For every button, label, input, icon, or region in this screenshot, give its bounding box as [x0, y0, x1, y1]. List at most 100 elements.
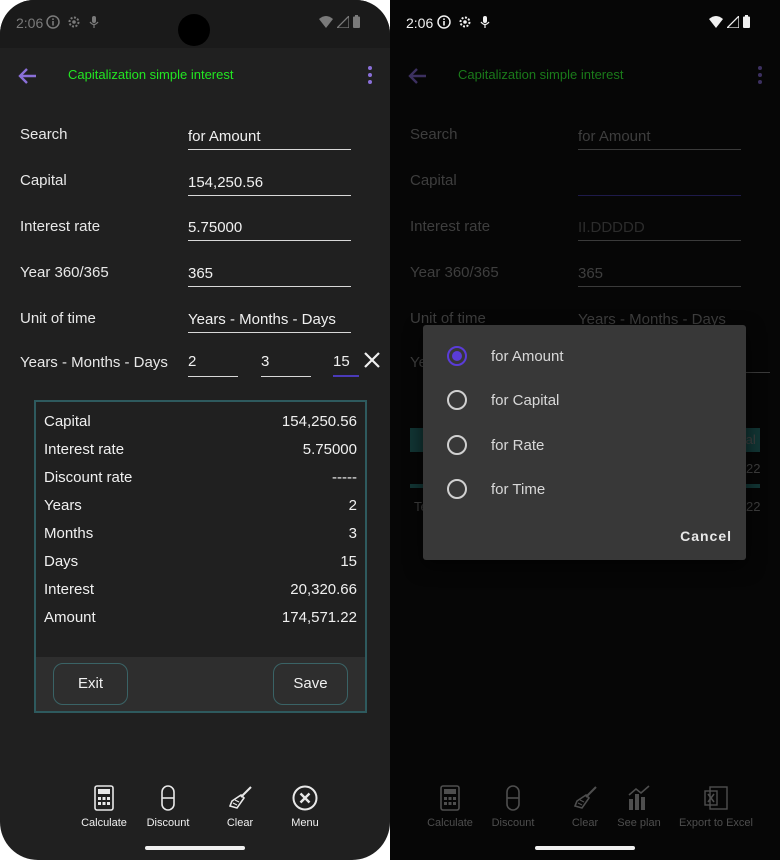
- result-value: 20,320.66: [290, 581, 357, 598]
- result-row: Years 2: [44, 497, 357, 517]
- mic-icon: [480, 16, 490, 28]
- nav-discount[interactable]: Discount: [488, 785, 538, 829]
- cancel-button[interactable]: Cancel: [680, 528, 732, 544]
- option-for-rate[interactable]: for Rate: [447, 433, 544, 457]
- nav-label: Discount: [146, 817, 190, 829]
- nav-label: See plan: [617, 817, 661, 829]
- nav-calculate[interactable]: Calculate: [424, 785, 476, 829]
- result-actions: Exit Save: [36, 657, 365, 711]
- overflow-menu-icon[interactable]: [366, 66, 374, 86]
- hidden-text-fragment: 22: [746, 499, 761, 514]
- status-time: 2:06: [406, 15, 434, 31]
- search-mode-dialog: for Amount for Capital for Rate for Time…: [423, 325, 746, 560]
- status-time: 2:06: [16, 15, 44, 31]
- option-for-time[interactable]: for Time: [447, 477, 545, 501]
- nav-discount[interactable]: Discount: [142, 785, 194, 829]
- nav-label: Export to Excel: [679, 817, 753, 829]
- option-label: for Rate: [491, 436, 545, 454]
- wifi-icon: [709, 15, 723, 28]
- year-basis-label: Year 360/365: [410, 264, 499, 281]
- wifi-icon: [319, 15, 333, 28]
- result-value: 174,571.22: [281, 609, 357, 626]
- option-label: for Time: [491, 480, 546, 498]
- unit-of-time-label: Unit of time: [20, 310, 96, 327]
- result-key: Amount: [44, 609, 96, 626]
- mic-icon: [89, 16, 99, 28]
- interest-rate-label: Interest rate: [20, 218, 101, 235]
- search-select[interactable]: for Amount: [188, 128, 351, 150]
- result-row: Interest 20,320.66: [44, 581, 357, 601]
- settings-gear-icon: [459, 16, 471, 28]
- home-indicator[interactable]: [535, 846, 635, 850]
- days-input[interactable]: 15: [333, 353, 359, 377]
- result-row: Days 15: [44, 553, 357, 573]
- option-for-capital[interactable]: for Capital: [447, 388, 559, 412]
- result-value: 2: [348, 497, 357, 514]
- back-arrow-icon[interactable]: [406, 64, 430, 88]
- radio-selected[interactable]: [447, 346, 467, 366]
- status-bar: 2:06: [390, 0, 780, 48]
- capital-label: Capital: [410, 172, 457, 189]
- result-row: Discount rate -----: [44, 469, 357, 489]
- overflow-menu-icon[interactable]: [756, 66, 764, 86]
- option-for-amount[interactable]: for Amount: [447, 344, 564, 368]
- calculator-icon: [94, 785, 114, 811]
- result-key: Interest: [44, 581, 95, 598]
- nav-label: Calculate: [427, 817, 473, 829]
- nav-label: Clear: [226, 817, 254, 829]
- nav-clear[interactable]: Clear: [566, 785, 604, 829]
- result-key: Interest rate: [44, 441, 125, 458]
- right-phone-screen: 2:06 Capitalization simple interest Sear…: [390, 0, 780, 860]
- year-basis-input[interactable]: 365: [188, 265, 351, 287]
- app-bar: Capitalization simple interest: [0, 58, 390, 94]
- home-indicator[interactable]: [145, 846, 245, 850]
- nav-see-plan[interactable]: See plan: [616, 785, 662, 829]
- months-input[interactable]: 3: [261, 353, 311, 377]
- radio-unselected[interactable]: [447, 390, 467, 410]
- years-input[interactable]: 2: [188, 353, 238, 377]
- capital-input[interactable]: [578, 174, 741, 196]
- result-row: Capital 154,250.56: [44, 413, 357, 433]
- close-circle-icon: [292, 785, 318, 811]
- signal-icon: [337, 15, 349, 28]
- interest-rate-label: Interest rate: [410, 218, 491, 235]
- result-value: 5.75000: [302, 441, 357, 458]
- radio-unselected[interactable]: [447, 479, 467, 499]
- interest-rate-input[interactable]: II.DDDDD: [578, 219, 741, 241]
- result-key: Days: [44, 553, 79, 570]
- result-value: -----: [332, 469, 357, 486]
- nav-label: Menu: [291, 817, 319, 829]
- signal-icon: [727, 15, 739, 28]
- discount-icon: [506, 785, 520, 811]
- result-row: Interest rate 5.75000: [44, 441, 357, 461]
- nav-label: Discount: [491, 817, 535, 829]
- nav-clear[interactable]: Clear: [218, 785, 262, 829]
- year-basis-input[interactable]: 365: [578, 265, 741, 287]
- back-arrow-icon[interactable]: [16, 64, 40, 88]
- left-phone-screen: 2:06 Capitalization simple interest Sear…: [0, 0, 390, 860]
- result-row: Months 3: [44, 525, 357, 545]
- broom-icon: [228, 786, 252, 809]
- app-bar: Capitalization simple interest: [390, 58, 780, 94]
- unit-of-time-select[interactable]: Years - Months - Days: [188, 311, 351, 333]
- save-button[interactable]: Save: [273, 663, 348, 705]
- nav-label: Clear: [571, 817, 599, 829]
- nav-export-excel[interactable]: Export to Excel: [676, 785, 756, 829]
- year-basis-label: Year 360/365: [20, 264, 109, 281]
- nav-calculate[interactable]: Calculate: [78, 785, 130, 829]
- days-input-underline: [746, 372, 770, 373]
- search-select[interactable]: for Amount: [578, 128, 741, 150]
- chart-icon: [628, 785, 650, 810]
- divider: [746, 484, 760, 488]
- battery-icon: [743, 15, 750, 28]
- battery-icon: [353, 15, 360, 28]
- camera-cutout: [178, 14, 210, 46]
- interest-rate-input[interactable]: 5.75000: [188, 219, 351, 241]
- nav-label: Calculate: [81, 817, 127, 829]
- option-label: for Amount: [491, 347, 564, 365]
- nav-menu[interactable]: Menu: [283, 785, 327, 829]
- radio-unselected[interactable]: [447, 435, 467, 455]
- clear-x-icon[interactable]: [362, 350, 382, 370]
- capital-input[interactable]: 154,250.56: [188, 174, 351, 196]
- exit-button[interactable]: Exit: [53, 663, 128, 705]
